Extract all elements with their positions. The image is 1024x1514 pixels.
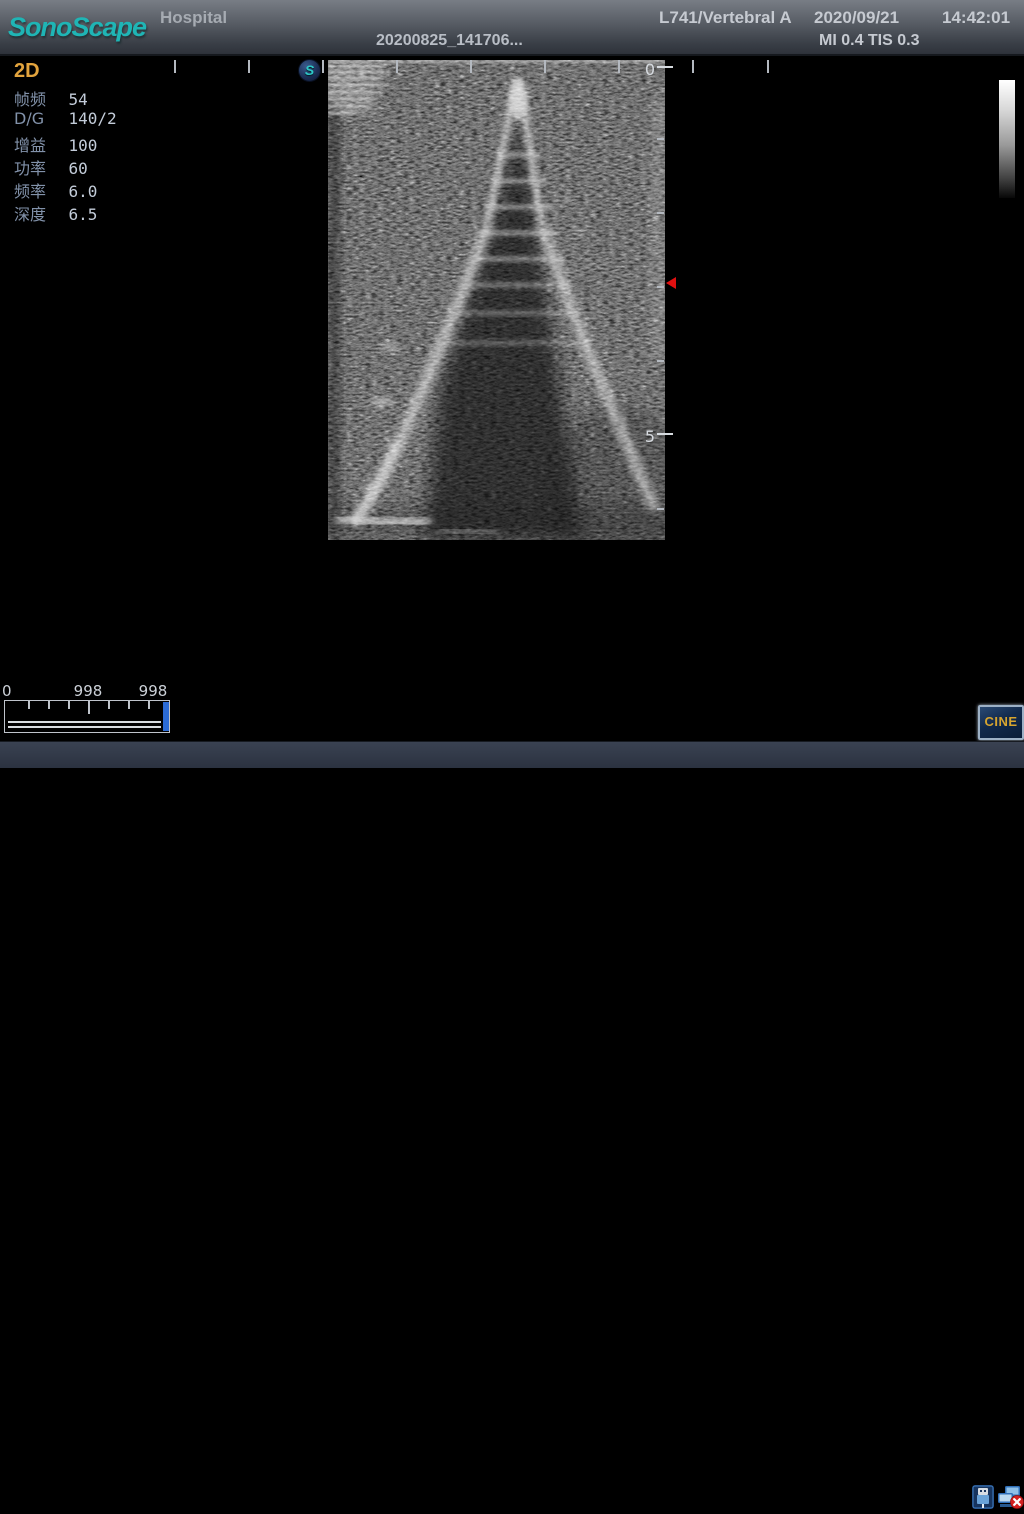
mode-indicator: 2D [14, 60, 40, 83]
cine-current-label: 998 [68, 682, 108, 700]
depth-tick-minor [657, 286, 664, 288]
focus-marker-icon [666, 277, 676, 289]
taskbar [0, 741, 1024, 768]
title-bar: SonoScape Hospital L741/Vertebral A 2020… [0, 0, 1024, 56]
grayscale-bar [999, 80, 1015, 198]
param-label: D/G [14, 109, 64, 128]
depth-tick-minor [657, 138, 664, 140]
param-value: 6.0 [68, 182, 97, 201]
watermark-letter: S [305, 62, 314, 78]
sonoscape-watermark-icon: S [298, 59, 321, 82]
ruler-tick [322, 60, 324, 73]
network-disconnected-icon[interactable] [997, 1485, 1024, 1514]
ruler-tick [470, 60, 472, 73]
ruler-tick [174, 60, 176, 73]
mi-tis-readout: MI 0.4 TIS 0.3 [819, 32, 919, 50]
cine-slider[interactable] [4, 700, 170, 733]
depth-tick-major [657, 433, 673, 435]
cine-tick [88, 701, 90, 714]
param-label: 功率 [14, 155, 64, 179]
hospital-name: Hospital [160, 8, 227, 28]
probe-preset: L741/Vertebral A [659, 8, 792, 28]
cine-tick [148, 701, 150, 709]
depth-tick-major [657, 66, 673, 68]
cine-tick [128, 701, 130, 709]
param-row-depth: 深度 6.5 [14, 201, 97, 224]
cine-track-line [8, 726, 161, 728]
depth-tick-minor [657, 360, 664, 362]
cine-tick [68, 701, 70, 709]
ruler-tick [767, 60, 769, 73]
depth-scale-5: 5 [640, 427, 655, 446]
param-row-power: 功率 60 [14, 155, 88, 178]
param-row-dg: D/G 140/2 [14, 109, 117, 132]
cine-total-label: 998 [133, 682, 173, 700]
cine-tick [48, 701, 50, 709]
ruler-tick [544, 60, 546, 73]
param-value: 140/2 [68, 109, 116, 128]
param-label: 深度 [14, 201, 64, 225]
param-row-gain: 增益 100 [14, 132, 97, 155]
clock-time: 14:42:01 [942, 8, 1010, 28]
param-label: 帧频 [14, 86, 64, 110]
param-value: 60 [68, 159, 87, 178]
depth-scale-0: 0 [640, 60, 655, 79]
brand-logo: SonoScape [8, 12, 146, 43]
cine-button[interactable]: CINE [978, 705, 1024, 740]
cine-start-label: 0 [2, 682, 12, 700]
depth-tick-minor [657, 508, 664, 510]
ruler-tick [618, 60, 620, 73]
cine-tick [28, 701, 30, 709]
param-row-framerate: 帧频 54 [14, 86, 88, 109]
cine-track-line [8, 721, 161, 723]
cine-tick [108, 701, 110, 709]
cine-position-cursor[interactable] [163, 702, 169, 731]
ultrasound-image[interactable] [328, 60, 665, 540]
param-label: 频率 [14, 178, 64, 202]
exam-id: 20200825_141706... [376, 32, 523, 50]
ruler-tick [248, 60, 250, 73]
depth-tick-minor [657, 212, 664, 214]
param-value: 100 [68, 136, 97, 155]
usb-icon[interactable] [972, 1485, 994, 1514]
param-value: 54 [68, 90, 87, 109]
exam-date: 2020/09/21 [814, 8, 899, 28]
param-row-frequency: 频率 6.0 [14, 178, 97, 201]
ruler-tick [692, 60, 694, 73]
param-value: 6.5 [68, 205, 97, 224]
ruler-tick [396, 60, 398, 73]
param-label: 增益 [14, 132, 64, 156]
